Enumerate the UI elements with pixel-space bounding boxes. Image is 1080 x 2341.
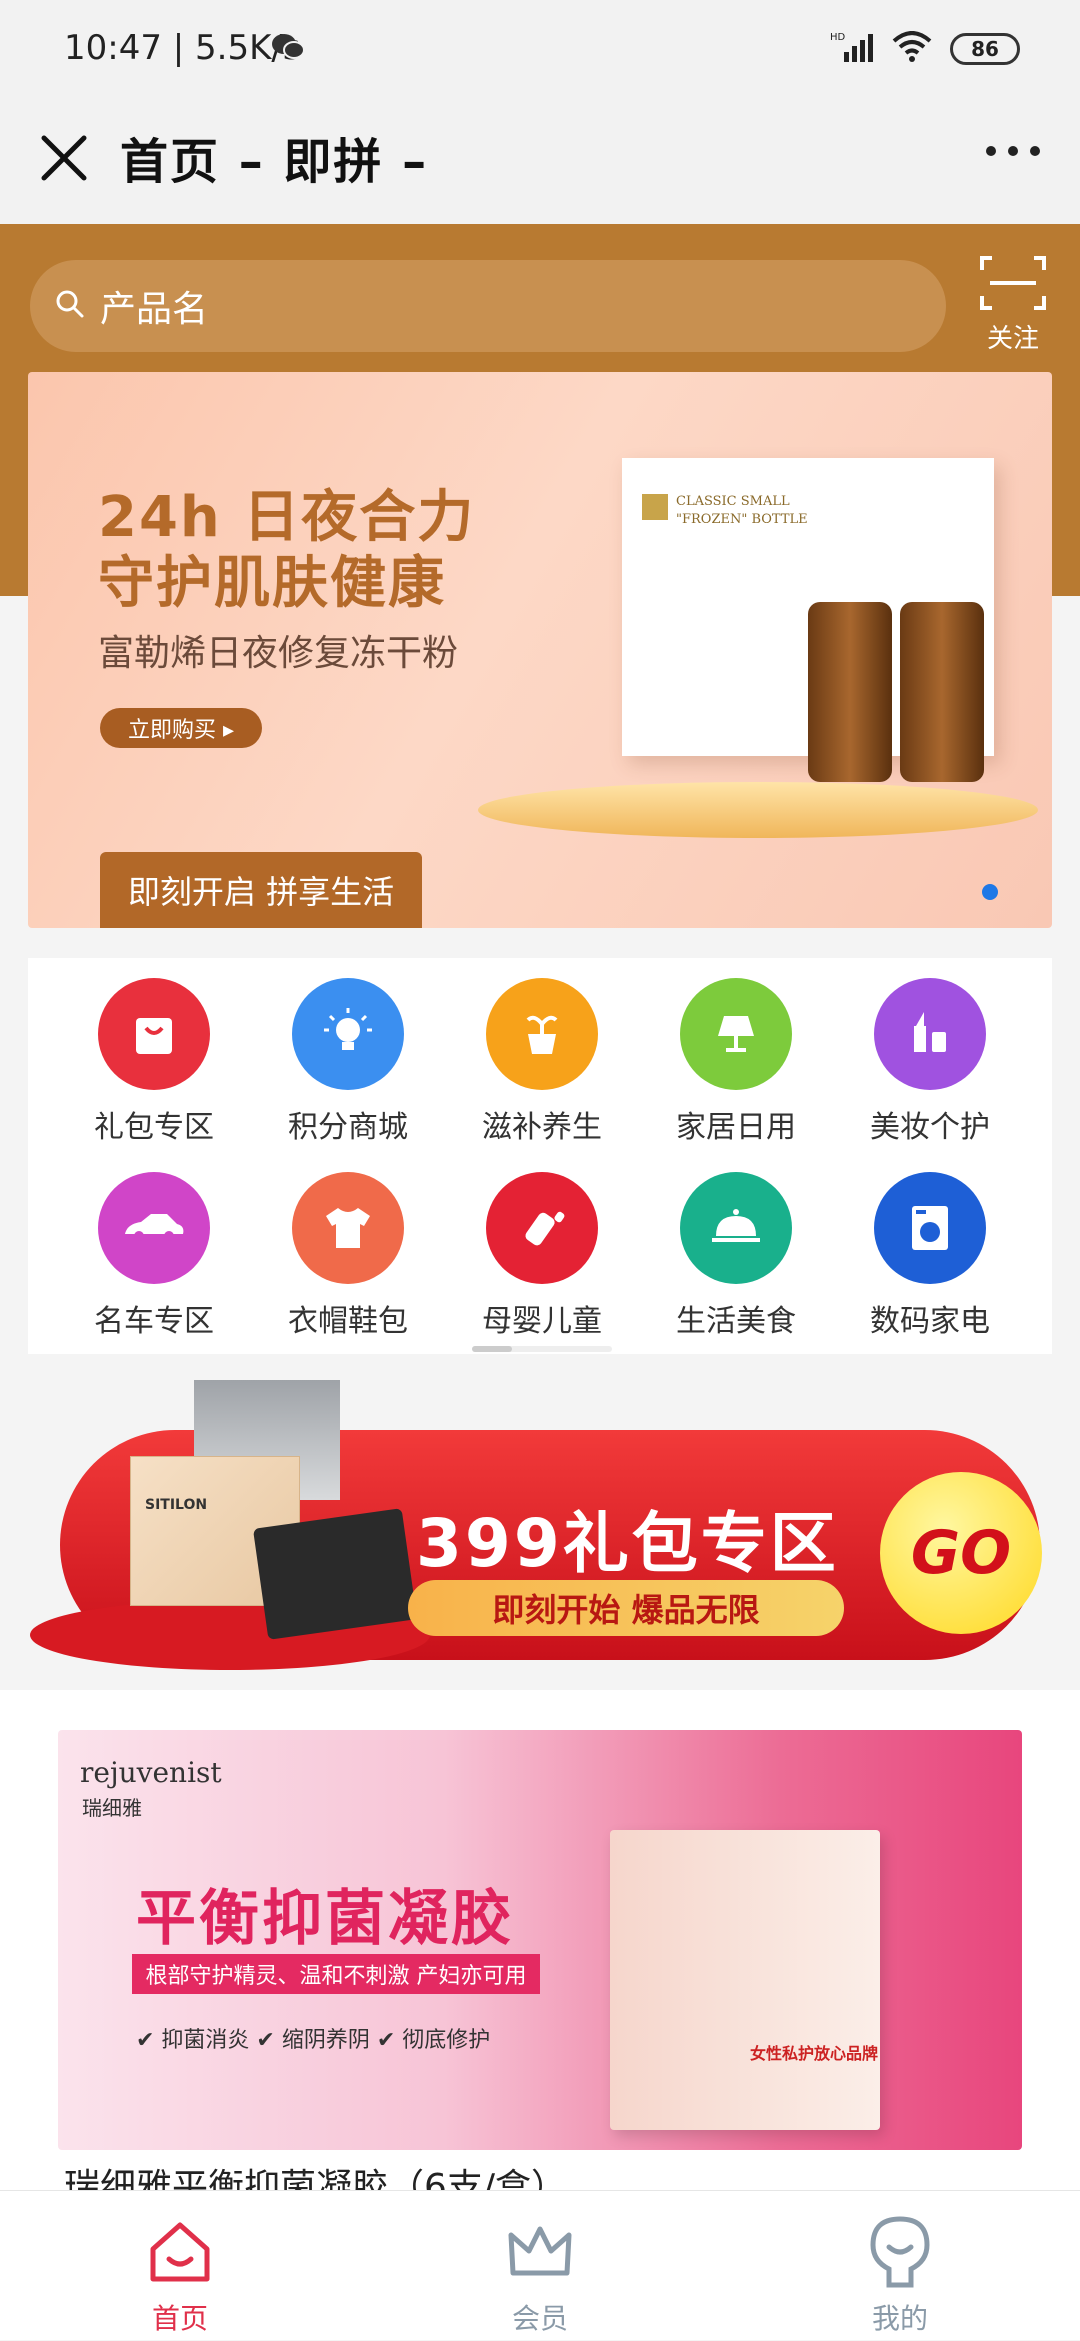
tab-member[interactable]: 会员	[430, 2191, 650, 2341]
crown-icon	[508, 2226, 572, 2276]
promo-subtitle: 即刻开始 爆品无限	[408, 1580, 844, 1636]
home-icon	[150, 2222, 210, 2282]
category-grid: 礼包专区 积分商城 滋补养生 家居日用 美妆个护 名车专区 衣帽鞋包 母婴儿童 …	[28, 958, 1052, 1354]
page-title: 首页 – 即拼 –	[120, 134, 429, 190]
category-clothing[interactable]: 衣帽鞋包	[258, 1164, 438, 1344]
category-health[interactable]: 滋补养生	[452, 970, 632, 1150]
product-headline: 平衡抑菌凝胶	[136, 1884, 514, 1954]
banner-subtitle: 富勒烯日夜修复冻干粉	[98, 633, 459, 674]
battery-indicator: 86	[950, 33, 1020, 65]
category-label: 礼包专区	[94, 1110, 214, 1145]
search-icon	[54, 288, 86, 324]
category-points-mall[interactable]: 积分商城	[258, 970, 438, 1150]
food-cloche-icon	[712, 1209, 760, 1242]
wifi-icon	[892, 31, 932, 67]
product-features: ✔ 抑菌消炎 ✔ 缩阴养阴 ✔ 彻底修护	[136, 2028, 491, 2053]
carousel-indicator[interactable]	[982, 884, 998, 900]
tab-label: 会员	[511, 2302, 568, 2335]
follow-label: 关注	[986, 324, 1039, 354]
box-text-2: "FROZEN" BOTTLE	[676, 512, 808, 527]
product-podium	[478, 782, 1038, 838]
lightbulb-icon	[324, 1008, 372, 1050]
ampoule-bottle-left	[808, 602, 892, 782]
promo-title: 399礼包专区	[416, 1505, 839, 1582]
category-label: 家居日用	[676, 1110, 796, 1145]
box-text-1: CLASSIC SMALL	[676, 494, 790, 509]
category-label: 名车专区	[94, 1304, 214, 1339]
tab-profile[interactable]: 我的	[790, 2191, 1010, 2341]
follow-button[interactable]: 关注	[968, 250, 1058, 354]
category-baby[interactable]: 母婴儿童	[452, 1164, 632, 1344]
signal-icon: HD	[830, 30, 874, 68]
product-card[interactable]: rejuvenist 瑞细雅 平衡抑菌凝胶 根部守护精灵、温和不刺激 产妇亦可用…	[0, 1690, 1080, 2208]
washing-machine-icon	[912, 1206, 948, 1250]
category-food[interactable]: 生活美食	[646, 1164, 826, 1344]
category-electronics[interactable]: 数码家电	[840, 1164, 1020, 1344]
hero-banner[interactable]: 24h 日夜合力 守护肌肤健康 富勒烯日夜修复冻干粉 立即购买 ▸ 即刻开启 拼…	[28, 372, 1052, 928]
category-label: 母婴儿童	[482, 1304, 602, 1339]
profile-icon	[870, 2216, 930, 2288]
category-label: 衣帽鞋包	[288, 1304, 408, 1339]
status-icons: HD 86	[272, 30, 1020, 68]
status-bar: 10:47 | 5.5K/s HD 86	[0, 0, 1080, 100]
product-box: 女性私护放心品牌	[610, 1830, 880, 2130]
banner-headline-2: 守护肌肤健康	[98, 551, 446, 616]
ampoule-bottle-right	[900, 602, 984, 782]
tab-home[interactable]: 首页	[70, 2191, 290, 2341]
category-label: 积分商城	[288, 1110, 408, 1145]
status-time: 10:47 | 5.5K/s	[64, 28, 301, 68]
tshirt-icon	[326, 1208, 370, 1248]
title-bar: 首页 – 即拼 –	[0, 100, 1080, 224]
close-icon[interactable]	[34, 128, 94, 188]
promo-product-palette	[252, 1508, 418, 1640]
product-image[interactable]: rejuvenist 瑞细雅 平衡抑菌凝胶 根部守护精灵、温和不刺激 产妇亦可用…	[58, 1730, 1022, 2150]
category-pager	[472, 1346, 612, 1352]
tab-label: 首页	[151, 2302, 208, 2335]
category-cars[interactable]: 名车专区	[64, 1164, 244, 1344]
promo-go-button[interactable]: GO	[880, 1472, 1042, 1634]
category-label: 美妆个护	[870, 1110, 990, 1145]
gift-bag-icon	[136, 1018, 172, 1054]
svg-text:HD: HD	[830, 32, 846, 43]
category-home[interactable]: 家居日用	[646, 970, 826, 1150]
wechat-icon	[270, 32, 306, 62]
tab-label: 我的	[871, 2302, 928, 2335]
search-placeholder: 产品名	[100, 289, 209, 330]
makeup-icon	[914, 1012, 946, 1052]
category-beauty[interactable]: 美妆个护	[840, 970, 1020, 1150]
baby-bottle-icon	[525, 1211, 565, 1246]
promo-banner[interactable]: SITILON 399礼包专区 即刻开始 爆品无限 GO	[0, 1380, 1080, 1690]
more-options-icon[interactable]	[986, 146, 1040, 156]
banner-tag: 即刻开启 拼享生活	[100, 852, 422, 928]
product-box-title: 女性私护放心品牌	[750, 2044, 879, 2063]
category-label: 数码家电	[870, 1304, 990, 1339]
category-label: 生活美食	[676, 1304, 796, 1339]
buy-now-button[interactable]: 立即购买 ▸	[100, 708, 262, 748]
bottom-tab-bar: 首页 会员 我的	[0, 2190, 1080, 2340]
lamp-icon	[718, 1016, 754, 1052]
search-bar[interactable]: 产品名	[30, 260, 946, 352]
sprout-pot-icon	[526, 1015, 558, 1054]
scan-icon	[980, 256, 1046, 310]
category-label: 滋补养生	[482, 1110, 602, 1145]
car-icon	[125, 1214, 184, 1241]
product-tagline: 根部守护精灵、温和不刺激 产妇亦可用	[132, 1954, 540, 1994]
product-brand-cn: 瑞细雅	[82, 1796, 142, 1820]
promo-package-label: SITILON	[145, 1497, 208, 1513]
product-brand: rejuvenist	[80, 1756, 222, 1789]
category-gift[interactable]: 礼包专区	[64, 970, 244, 1150]
